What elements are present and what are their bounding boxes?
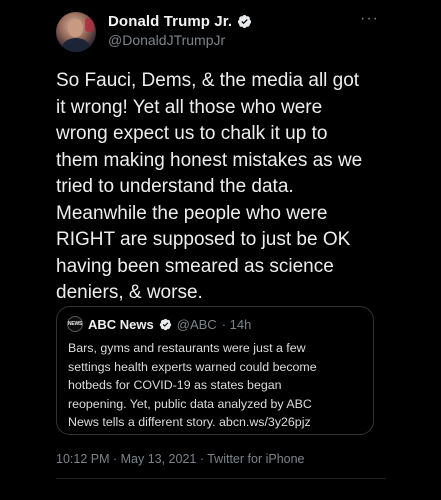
tweet-timestamp[interactable]: 10:12 PM · May 13, 2021 · Twitter for iP… (56, 452, 305, 466)
more-options-icon[interactable]: ··· (360, 10, 379, 28)
quoted-tweet[interactable]: NEWS ABC News @ABC · 14h Bars, gyms and … (56, 306, 374, 435)
tweet-card: Donald Trump Jr. @DonaldJTrumpJr ··· So … (0, 0, 441, 500)
avatar-background (85, 18, 94, 32)
avatar[interactable] (56, 12, 96, 52)
author-display-name[interactable]: Donald Trump Jr. (108, 13, 232, 30)
author-handle[interactable]: @DonaldJTrumpJr (108, 32, 225, 48)
tweet-text: So Fauci, Dems, & the media all got it w… (56, 70, 363, 303)
quoted-verified-badge-icon (159, 318, 171, 330)
quoted-time-ago: · 14h (221, 316, 252, 332)
quoted-tweet-header: NEWS ABC News @ABC · 14h (67, 316, 251, 332)
verified-badge-icon (238, 14, 252, 29)
avatar-shirt (62, 38, 90, 52)
quoted-author-handle: @ABC (176, 316, 217, 332)
author-name-row[interactable]: Donald Trump Jr. (108, 13, 252, 30)
quoted-author-name: ABC News (88, 316, 154, 332)
avatar-face (68, 19, 83, 37)
abc-news-logo-icon: NEWS (67, 316, 83, 332)
quoted-tweet-text: Bars, gyms and restaurants were just a f… (68, 341, 317, 429)
divider (56, 478, 386, 479)
